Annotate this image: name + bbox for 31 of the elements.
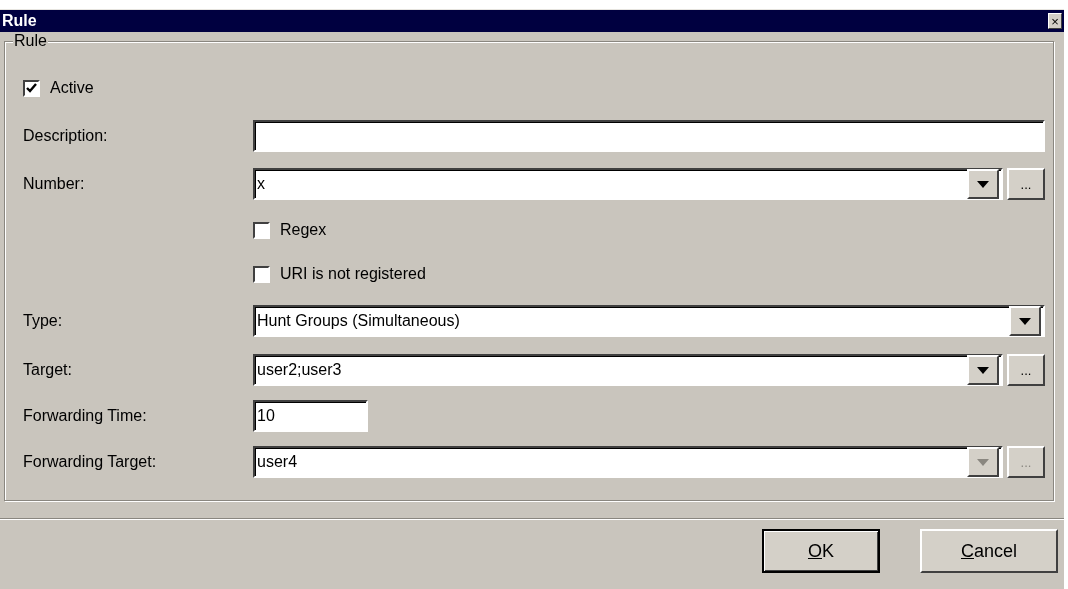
checkbox-label: URI is not registered <box>280 265 426 283</box>
combo-box[interactable]: user2;user3 <box>253 354 1003 386</box>
caret-icon <box>977 180 989 188</box>
cancel-button[interactable]: Cancel <box>920 529 1058 573</box>
checkbox-label: Regex <box>280 221 327 239</box>
browse-button[interactable]: ... <box>1007 168 1045 200</box>
dropdown-button[interactable] <box>967 355 999 385</box>
dropdown-button[interactable] <box>1009 306 1041 336</box>
ok-button[interactable]: OK <box>762 529 880 573</box>
field-label: Forwarding Time: <box>23 407 148 425</box>
combo-box[interactable]: Hunt Groups (Simultaneous) <box>253 305 1045 337</box>
caret-icon <box>977 458 989 466</box>
checkbox-label: Active <box>50 79 94 97</box>
text-field[interactable] <box>253 120 1045 152</box>
checkbox[interactable] <box>23 79 40 97</box>
checkbox[interactable] <box>253 265 270 283</box>
checkmark-icon <box>26 83 37 93</box>
caret-icon <box>977 366 989 374</box>
field-label: Target: <box>23 361 73 379</box>
combo-box[interactable]: x <box>253 168 1003 200</box>
text-field[interactable]: 10 <box>253 400 368 432</box>
field-label: Description: <box>23 127 109 145</box>
field-label: Forwarding Target: <box>23 453 158 471</box>
caret-icon <box>1019 317 1031 325</box>
window-title: Rule <box>2 12 37 30</box>
browse-button[interactable]: ... <box>1007 354 1045 386</box>
checkbox[interactable] <box>253 221 270 239</box>
field-label: Type: <box>23 312 64 330</box>
field-label: Number: <box>23 175 86 193</box>
dropdown-button[interactable] <box>967 169 999 199</box>
close-button[interactable]: × <box>1048 13 1062 29</box>
